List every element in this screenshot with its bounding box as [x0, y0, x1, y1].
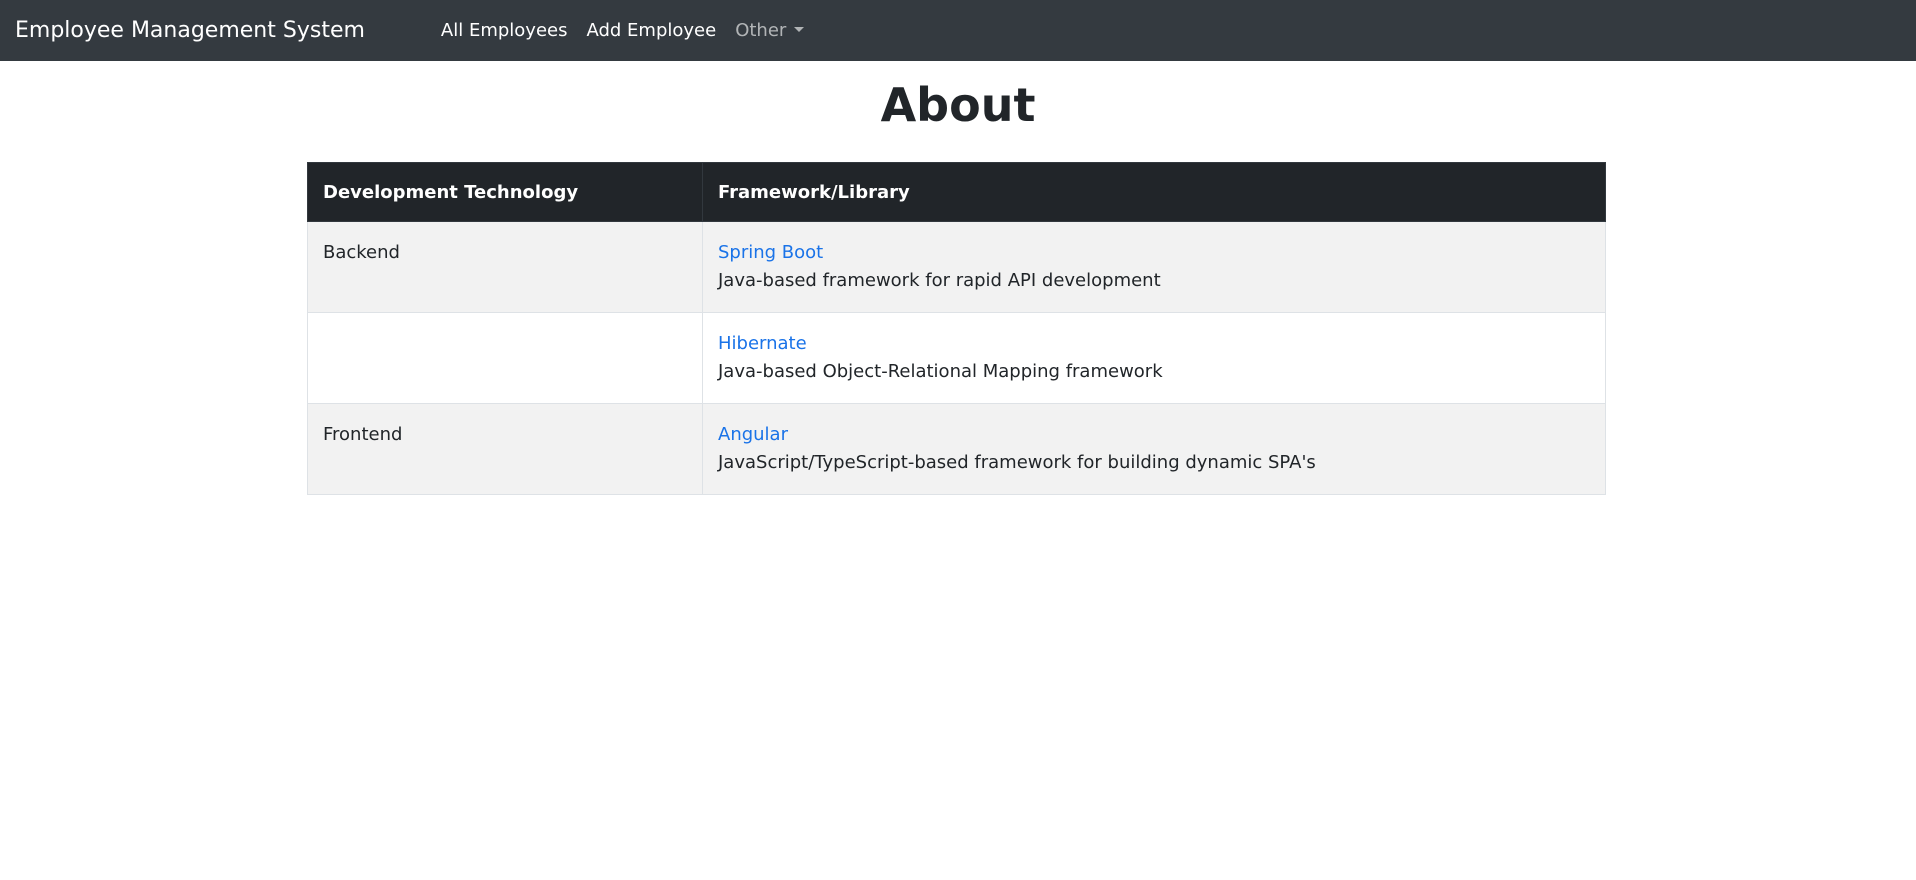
nav-other-dropdown[interactable]: Other — [735, 20, 805, 41]
nav-other-label: Other — [735, 20, 787, 41]
nav-all-employees[interactable]: All Employees — [441, 20, 568, 41]
library-cell: Hibernate Java-based Object-Relational M… — [702, 312, 1606, 404]
technology-cell — [307, 312, 703, 404]
spring-boot-link[interactable]: Spring Boot — [718, 239, 1590, 267]
table-row: Hibernate Java-based Object-Relational M… — [307, 312, 1606, 404]
brand-link[interactable]: Employee Management System — [15, 0, 365, 61]
library-description: Java-based framework for rapid API devel… — [718, 270, 1161, 291]
technology-cell: Frontend — [307, 403, 703, 495]
header-development-technology: Development Technology — [307, 162, 703, 222]
library-description: Java-based Object-Relational Mapping fra… — [718, 361, 1163, 382]
page-title: About — [880, 78, 1036, 132]
library-description: JavaScript/TypeScript-based framework fo… — [718, 452, 1316, 473]
table-row: Backend Spring Boot Java-based framework… — [307, 221, 1606, 313]
nav-add-employee[interactable]: Add Employee — [586, 20, 716, 41]
library-cell: Angular JavaScript/TypeScript-based fram… — [702, 403, 1606, 495]
about-table-container: Development Technology Framework/Library… — [307, 162, 1606, 495]
about-table: Development Technology Framework/Library… — [307, 162, 1606, 495]
angular-link[interactable]: Angular — [718, 421, 1590, 449]
library-cell: Spring Boot Java-based framework for rap… — [702, 221, 1606, 313]
header-framework-library: Framework/Library — [702, 162, 1606, 222]
hibernate-link[interactable]: Hibernate — [718, 330, 1590, 358]
navbar: Employee Management System All Employees… — [0, 0, 1916, 61]
technology-cell: Backend — [307, 221, 703, 313]
caret-down-icon — [794, 26, 805, 32]
table-header-row: Development Technology Framework/Library — [307, 162, 1606, 222]
table-row: Frontend Angular JavaScript/TypeScript-b… — [307, 403, 1606, 495]
nav-links: All Employees Add Employee Other — [441, 20, 823, 41]
